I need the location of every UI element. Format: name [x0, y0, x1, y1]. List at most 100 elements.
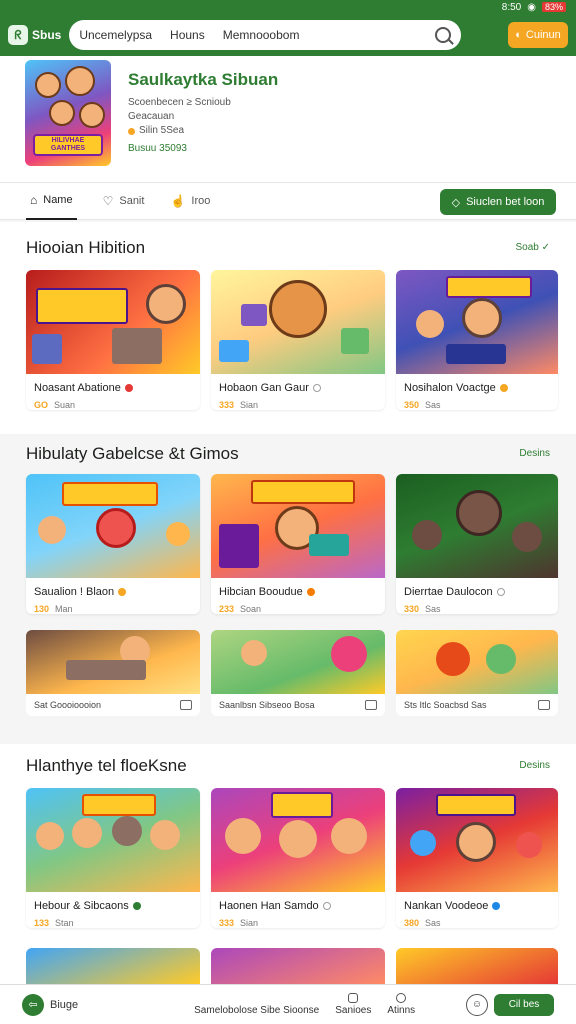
bottom-link-3[interactable]: Atinns [387, 993, 415, 1016]
app-meta: Scoenbecen ≥ Scnioub Geacauan Silin 5Sea… [128, 96, 231, 156]
game-name: Dierrtae Daulocon [396, 578, 558, 598]
game-name: Hobaon Gan Gaur [211, 374, 385, 394]
mini-card[interactable]: Sat Goooioooion [26, 630, 200, 716]
home-icon: ⌂ [30, 193, 38, 207]
game-name: Noasant Abatione [26, 374, 200, 394]
game-card[interactable]: Haonen Han Samdo 333 Sian [211, 788, 385, 928]
section-link[interactable]: Desins [519, 448, 550, 459]
tab-bar: ⌂ Name ♡ Sanit ☝ Iroo ◇ Siuclen bet loon [0, 182, 576, 220]
status-dot-icon [499, 384, 508, 392]
game-card[interactable]: Noasant Abatione GO Suan [26, 270, 200, 410]
expand-icon[interactable] [365, 700, 377, 710]
app-installs: Busuu 35093 [128, 143, 187, 154]
section-link[interactable]: Soab ✓ [515, 242, 550, 253]
circle-icon [396, 993, 407, 1003]
mini-card[interactable]: Sts Itlc Soacbsd Sas [396, 630, 558, 716]
game-name: Hebour & Sibcaons [26, 892, 200, 912]
game-card[interactable]: Hobaon Gan Gaur 333 Sian [211, 270, 385, 410]
app-rating: Silin 5Sea [128, 124, 231, 138]
section-3: Hlanthye tel floeKsne Desins Hebour & Si… [0, 744, 576, 984]
tab-sanit[interactable]: ♡ Sanit [103, 182, 145, 220]
mini-card[interactable]: Saanlbsn Sibseoo Bosa [211, 630, 385, 716]
section-1: Hiooian Hibition Soab ✓ Noasant Abatione… [0, 222, 576, 434]
game-card[interactable]: Nosihalon Voactge 350 Sas [396, 270, 558, 410]
game-meta: 133 Stan [34, 918, 74, 928]
game-thumbnail [211, 788, 385, 892]
bottom-action-button[interactable]: Cil bes [494, 993, 554, 1016]
search-term-2[interactable]: Houns [170, 28, 205, 42]
game-name: Saualion ! Blaon [26, 578, 200, 598]
status-bar: 8:50 ◉ 83% [0, 0, 576, 14]
bottom-link-2[interactable]: Sanioes [335, 993, 371, 1016]
tab-name[interactable]: ⌂ Name [26, 182, 77, 220]
coin-icon: ◐ [515, 29, 522, 41]
expand-icon[interactable] [180, 700, 192, 710]
top-app-bar: ᖇ Sbus Uncemelypsa Houns Memnooobom ◐ Cu… [0, 14, 576, 56]
app-title: Saulkaytka Sibuan [128, 70, 279, 89]
game-name: Hibcian Booudue [211, 578, 385, 598]
game-name: Haonen Han Samdo [211, 892, 385, 912]
peek-thumbnail[interactable] [396, 948, 558, 984]
battery-indicator: 83% [541, 2, 566, 12]
section-title: Hlanthye tel floeKsne [26, 756, 187, 775]
search-term-3[interactable]: Memnooobom [223, 28, 300, 42]
peek-thumbnail[interactable] [26, 948, 200, 984]
section-title: Hibulaty Gabelcse &t Gimos [26, 444, 239, 463]
game-card[interactable]: Hebour & Sibcaons 133 Stan [26, 788, 200, 928]
game-name: Nosihalon Voactge [396, 374, 558, 394]
icon-banner: HILIVHAE GANTHES [33, 134, 103, 156]
brand-mark-icon: ᖇ [8, 25, 28, 45]
game-name: Nankan Voodeoe [396, 892, 558, 912]
game-meta: 233 Soan [219, 604, 262, 614]
expand-icon[interactable] [538, 700, 550, 710]
app-logo[interactable]: ᖇ Sbus [8, 25, 61, 45]
top-cta-label: Cuinun [525, 29, 561, 41]
tab-iroo[interactable]: ☝ Iroo [170, 182, 210, 220]
game-card[interactable]: Dierrtae Daulocon 330 Sas [396, 474, 558, 614]
rating-icon [128, 127, 135, 135]
game-meta: 380 Sas [404, 918, 441, 928]
character-icon [35, 72, 61, 98]
app-subtitle: Scoenbecen ≥ Scnioub [128, 97, 231, 108]
status-dot-icon [124, 384, 133, 392]
character-icon [79, 102, 105, 128]
game-meta: 350 Sas [404, 400, 441, 410]
status-dot-icon [118, 588, 127, 596]
game-thumbnail [396, 270, 558, 374]
game-meta: GO Suan [34, 400, 76, 410]
bottom-logo[interactable]: ⇦ Biuge [22, 993, 78, 1016]
game-card[interactable]: Nankan Voodeoe 380 Sas [396, 788, 558, 928]
peek-thumbnail[interactable] [211, 948, 385, 984]
app-subtitle-2: Geacauan [128, 111, 175, 122]
bottom-link-1[interactable]: Samelobolose Sibe Sioonse [194, 1005, 319, 1016]
section-link[interactable]: Desins [519, 760, 550, 771]
game-thumbnail [211, 270, 385, 374]
mini-thumbnail [26, 630, 200, 694]
app-header: HILIVHAE GANTHES Saulkaytka Sibuan Scoen… [0, 56, 576, 182]
search-icon[interactable] [435, 27, 452, 43]
status-dot-icon [312, 384, 321, 392]
game-thumbnail [396, 474, 558, 578]
game-card[interactable]: Hibcian Booudue 233 Soan [211, 474, 385, 614]
search-term-1[interactable]: Uncemelypsa [79, 28, 152, 42]
game-meta: 130 Man [34, 604, 73, 614]
mini-caption: Saanlbsn Sibseoo Bosa [219, 700, 315, 710]
game-meta: 330 Sas [404, 604, 441, 614]
search-bar[interactable]: Uncemelypsa Houns Memnooobom [69, 20, 462, 50]
game-meta: 333 Sian [219, 400, 259, 410]
profile-icon[interactable]: ☺ [466, 993, 488, 1016]
mini-caption: Sat Goooioooion [34, 700, 102, 710]
game-thumbnail [26, 270, 200, 374]
game-thumbnail [26, 788, 200, 892]
mini-caption: Sts Itlc Soacbsd Sas [404, 700, 487, 710]
character-icon [65, 66, 95, 96]
logo-text: Sbus [32, 28, 62, 42]
game-card[interactable]: Saualion ! Blaon 130 Man [26, 474, 200, 614]
character-icon [49, 100, 75, 126]
game-meta: 333 Sian [219, 918, 259, 928]
action-button[interactable]: ◇ Siuclen bet loon [440, 189, 556, 215]
bottom-bar: ⇦ Biuge Samelobolose Sibe Sioonse Sanioe… [0, 984, 576, 1024]
top-cta-button[interactable]: ◐ Cuinun [508, 22, 568, 48]
section-2: Hibulaty Gabelcse &t Gimos Desins Sauali… [0, 436, 576, 738]
status-dot-icon [132, 902, 141, 910]
